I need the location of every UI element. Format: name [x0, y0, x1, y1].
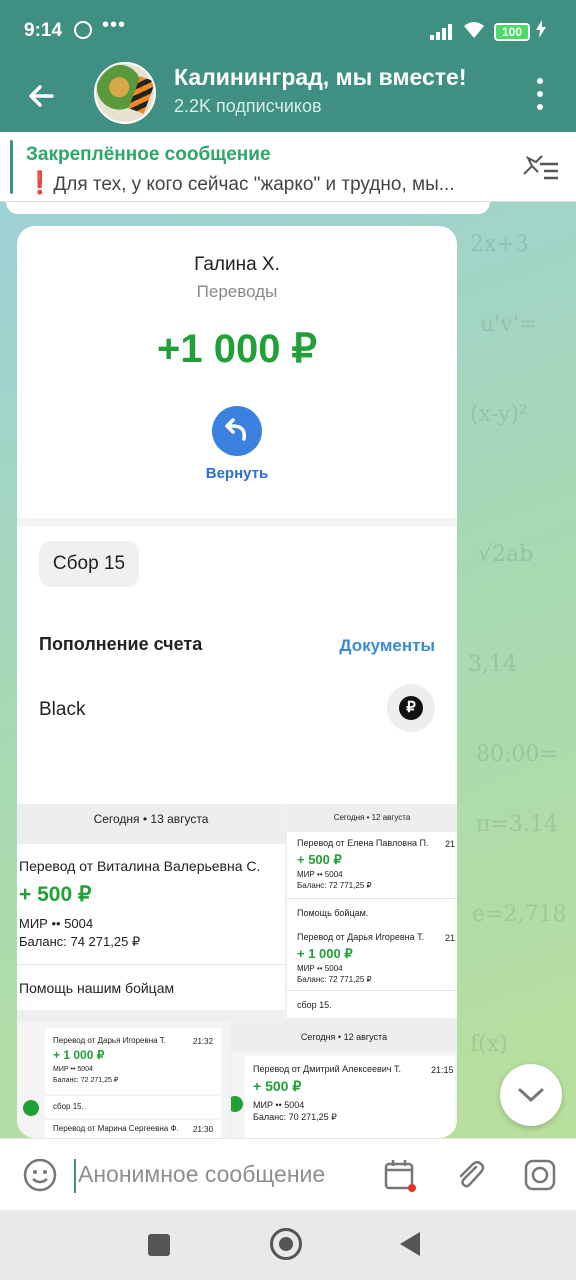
more-options-icon[interactable] — [530, 74, 550, 114]
transfer-card: Перевод от Дарья Игоревна Т. 21:32 + 1 0… — [45, 1028, 221, 1094]
previous-message-bubble — [6, 202, 490, 214]
return-label: Вернуть — [205, 465, 269, 482]
status-time: 9:14 — [24, 20, 63, 41]
transfer-time: 21:15 — [431, 1065, 454, 1075]
transfer-title: Перевод от Дарья Игоревна Т. — [53, 1036, 167, 1045]
panel-date: Сегодня • 12 августа — [287, 804, 457, 832]
transfer-title: Перевод от Елена Павловна П. — [297, 838, 429, 848]
transfer-amount: + 1 000 ₽ — [53, 1048, 105, 1062]
card-info: МИР •• 5004 — [19, 916, 94, 931]
panel-date: Сегодня • 12 августа — [231, 1022, 457, 1052]
chevron-down-icon — [518, 1088, 544, 1103]
whatsapp-icon — [74, 21, 92, 39]
transfer-category: Переводы — [196, 282, 278, 301]
status-bar: 9:14 ••• 100 — [0, 0, 576, 62]
balance: Баланс: 72 771,25 ₽ — [297, 881, 372, 890]
schedule-calendar-icon[interactable] — [382, 1157, 418, 1193]
balance: Баланс: 74 271,25 ₽ — [19, 934, 141, 949]
balance: Баланс: 72 271,25 ₽ — [53, 1077, 119, 1084]
divider — [17, 964, 285, 965]
card-info: МИР •• 5004 — [297, 870, 343, 879]
more-notifications-icon: ••• — [102, 14, 127, 36]
balance: Баланс: 72 771,25 ₽ — [297, 975, 372, 984]
channel-title[interactable]: Калининград, мы вместе! — [174, 64, 504, 91]
channel-avatar[interactable] — [94, 62, 156, 124]
transfer-title: Перевод от Виталина Валерьевна С. — [19, 858, 261, 874]
transfer-time: 21 — [445, 933, 456, 943]
collage-panel-a: Сегодня • 13 августа Перевод от Виталина… — [17, 804, 285, 1010]
collage-panel-b: Сегодня • 12 августа Перевод от Елена Па… — [287, 804, 457, 1018]
text-cursor — [74, 1159, 76, 1193]
account-name: Black — [39, 699, 86, 720]
fundraiser-chip: Сбор 15 — [39, 541, 139, 587]
ruble-glyph: ₽ — [399, 696, 423, 720]
check-icon — [231, 1096, 243, 1112]
divider — [287, 990, 457, 991]
ruble-icon: ₽ — [387, 684, 435, 732]
subscriber-count: 2.2K подписчиков — [174, 96, 322, 116]
documents-link: Документы — [339, 636, 435, 655]
emoji-icon[interactable] — [22, 1157, 58, 1193]
screenshot-collage: Сегодня • 13 августа Перевод от Виталина… — [17, 804, 457, 1138]
pinned-message[interactable]: Закреплённое сообщение ❗Для тех, у кого … — [0, 132, 576, 202]
signal-icon — [430, 24, 454, 40]
balance: Баланс: 70 271,25 ₽ — [253, 1112, 337, 1122]
back-button[interactable] — [400, 1232, 420, 1256]
back-arrow-icon[interactable] — [22, 76, 62, 116]
exclamation-icon: ❗ — [26, 170, 54, 195]
transfer-title: Перевод от Марина Сергеевна Ф. — [53, 1124, 179, 1133]
message-input-bar — [0, 1138, 576, 1210]
card-info: МИР •• 5004 — [53, 1066, 93, 1073]
return-icon — [212, 406, 262, 456]
transfer-card: Перевод от Марина Сергеевна Ф. 21:30 — [45, 1120, 221, 1138]
scroll-down-button[interactable] — [500, 1064, 562, 1126]
pinned-preview-text: Для тех, у кого сейчас "жарко" и трудно,… — [53, 174, 455, 195]
card-info: МИР •• 5004 — [253, 1100, 305, 1110]
charging-icon — [536, 20, 546, 43]
attach-icon[interactable] — [452, 1157, 488, 1193]
transfer-time: 21:30 — [193, 1125, 214, 1134]
transfer-comment: Помощь нашим бойцам — [19, 980, 175, 996]
divider — [287, 898, 457, 899]
panel-date: Сегодня • 13 августа — [17, 804, 285, 844]
chat-area[interactable]: 2x+3 u'v'= (x-y)² √2ab 3,14 80:00= π=3.1… — [0, 202, 576, 1138]
transfer-comment: Помощь бойцам. — [297, 908, 369, 918]
recent-apps-button[interactable] — [148, 1234, 170, 1256]
refill-title: Пополнение счета — [39, 634, 203, 654]
battery-icon: 100 — [494, 23, 530, 41]
payer-name: Галина Х. — [194, 254, 280, 275]
check-icon — [23, 1100, 39, 1116]
collage-panel-d: Сегодня • 12 августа Перевод от Дмитрий … — [231, 1022, 457, 1138]
pinned-title: Закреплённое сообщение — [26, 144, 271, 165]
camera-icon[interactable] — [522, 1157, 558, 1193]
transfer-amount: + 500 ₽ — [297, 852, 342, 867]
transfer-comment: сбор 15. — [297, 1000, 332, 1010]
collage-panel-c: Перевод от Дарья Игоревна Т. 21:32 + 1 0… — [17, 1022, 229, 1138]
wifi-icon — [462, 20, 486, 46]
transfer-time: 21:32 — [193, 1037, 214, 1046]
pinned-preview: ❗Для тех, у кого сейчас "жарко" и трудно… — [26, 170, 506, 196]
divider — [17, 518, 457, 526]
home-button[interactable] — [270, 1228, 302, 1260]
pinned-indicator — [10, 140, 13, 194]
transfer-amount: + 1 000 ₽ — [297, 946, 353, 961]
transfer-title: Перевод от Дарья Игоревна Т. — [297, 932, 425, 942]
pinned-list-icon[interactable] — [520, 152, 560, 184]
transfer-comment: сбор 15. — [53, 1102, 84, 1111]
card-info: МИР •• 5004 — [297, 964, 343, 973]
message-input[interactable] — [78, 1161, 368, 1188]
transfer-card: Перевод от Дмитрий Алексеевич Т. 21:15 +… — [245, 1056, 455, 1138]
transfer-amount: +1 000 ₽ — [156, 327, 318, 371]
transfer-card: сбор 15. — [45, 1096, 221, 1118]
message-photo[interactable]: Галина Х. Переводы +1 000 ₽ Вернуть Сбор… — [17, 226, 457, 1138]
transfer-time: 21 — [445, 839, 456, 849]
transfer-amount: + 500 ₽ — [253, 1078, 302, 1094]
chat-header: Калининград, мы вместе! 2.2K подписчиков — [0, 62, 576, 132]
transfer-amount: + 500 ₽ — [19, 883, 92, 906]
system-nav-bar — [0, 1210, 576, 1280]
transfer-title: Перевод от Дмитрий Алексеевич Т. — [253, 1064, 401, 1074]
